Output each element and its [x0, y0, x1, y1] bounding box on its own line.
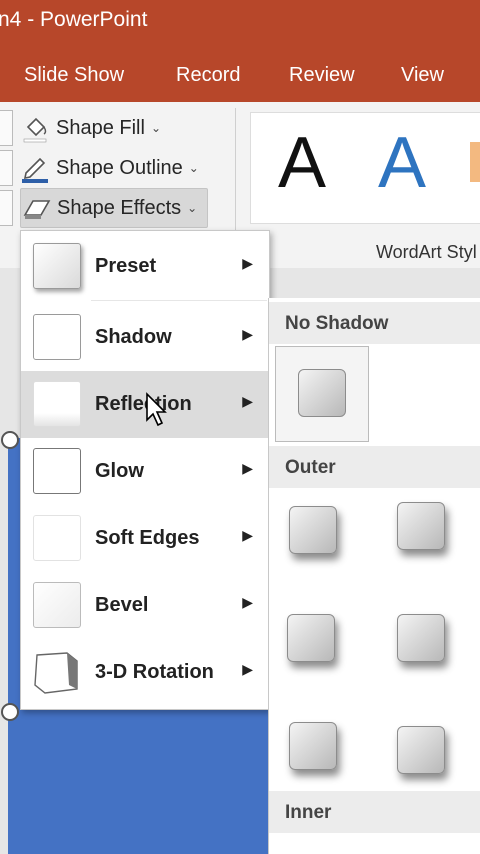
outer-shadow-option[interactable]: [289, 722, 337, 770]
menu-item-soft-edges[interactable]: Soft Edges ▶: [21, 505, 269, 572]
outer-shadow-option[interactable]: [289, 506, 337, 554]
menu-item-bevel[interactable]: Bevel ▶: [21, 572, 269, 639]
menu-item-label: Preset: [95, 255, 157, 277]
no-shadow-header-label: No Shadow: [285, 313, 389, 334]
shadow-submenu: No Shadow Outer Inner: [268, 298, 480, 854]
chevron-down-icon: ⌄: [187, 201, 198, 215]
shape-effects-icon: [21, 193, 51, 223]
inner-header-label: Inner: [285, 802, 332, 823]
menu-item-label: Soft Edges: [95, 527, 200, 549]
tab-review[interactable]: Review: [289, 64, 355, 87]
bevel-thumbnail: [33, 582, 81, 628]
resize-handle[interactable]: [1, 431, 19, 449]
ribbon-tabs: Slide Show Record Review View: [0, 42, 480, 102]
chevron-right-icon: ▶: [242, 661, 253, 677]
outer-shadow-option[interactable]: [397, 726, 445, 774]
chevron-right-icon: ▶: [242, 326, 253, 342]
3d-rotation-thumbnail: [34, 652, 78, 694]
tab-view[interactable]: View: [401, 64, 444, 87]
soft-edges-thumbnail: [33, 515, 81, 561]
menu-item-glow[interactable]: Glow ▶: [21, 438, 269, 505]
menu-divider: [91, 300, 267, 301]
reflection-thumbnail: [33, 381, 81, 427]
menu-item-3d-rotation[interactable]: 3-D Rotation ▶: [21, 639, 269, 706]
shape-effects-menu: Preset ▶ Shadow ▶ Reflection ▶ Glow ▶ So…: [20, 230, 270, 710]
ribbon-left-control[interactable]: [0, 110, 13, 146]
chevron-right-icon: ▶: [242, 527, 253, 543]
outer-shadow-option[interactable]: [397, 614, 445, 662]
tab-slide-show[interactable]: Slide Show: [24, 64, 124, 87]
ribbon-left-control[interactable]: [0, 150, 13, 186]
shape-fill-button[interactable]: Shape Fill ⌄: [20, 109, 161, 147]
menu-item-label: Glow: [95, 460, 144, 482]
title-bar: n4 - PowerPoint: [0, 0, 480, 42]
ribbon-left-control[interactable]: [0, 190, 13, 226]
chevron-right-icon: ▶: [242, 594, 253, 610]
wordart-style-blue[interactable]: A: [378, 122, 426, 204]
preset-thumbnail: [33, 243, 81, 289]
shape-outline-label: Shape Outline: [56, 156, 183, 179]
resize-handle[interactable]: [1, 703, 19, 721]
glow-thumbnail: [33, 448, 81, 494]
shadow-thumbnail: [33, 314, 81, 360]
shape-effects-label: Shape Effects: [57, 196, 182, 219]
outer-header: Outer: [269, 446, 480, 488]
tab-record[interactable]: Record: [176, 64, 240, 87]
shape-fill-label: Shape Fill: [56, 116, 145, 139]
pencil-icon: [20, 153, 50, 183]
menu-item-preset[interactable]: Preset ▶: [21, 233, 269, 300]
no-shadow-header: No Shadow: [269, 302, 480, 344]
chevron-right-icon: ▶: [242, 460, 253, 476]
chevron-right-icon: ▶: [242, 255, 253, 271]
shape-effects-button[interactable]: Shape Effects ⌄: [20, 188, 209, 228]
wordart-style-orange[interactable]: [470, 142, 480, 182]
shadow-preview: [298, 369, 346, 417]
paint-bucket-icon: [20, 113, 50, 143]
menu-item-label: Shadow: [95, 326, 172, 348]
menu-item-shadow[interactable]: Shadow ▶: [21, 304, 269, 371]
mouse-pointer-icon: [146, 392, 167, 427]
inner-header: Inner: [269, 791, 480, 833]
outer-shadow-option[interactable]: [397, 502, 445, 550]
outer-header-label: Outer: [285, 457, 336, 478]
menu-item-label: Bevel: [95, 594, 149, 616]
chevron-right-icon: ▶: [242, 393, 253, 409]
chevron-down-icon: ⌄: [150, 121, 161, 135]
menu-item-label: Reflection: [95, 393, 192, 415]
wordart-group-label: WordArt Styl: [376, 242, 477, 262]
outer-shadow-option[interactable]: [287, 614, 335, 662]
window-title: n4 - PowerPoint: [0, 8, 148, 31]
shape-outline-button[interactable]: Shape Outline ⌄: [20, 149, 199, 187]
wordart-style-black[interactable]: A: [278, 122, 326, 204]
menu-item-label: 3-D Rotation: [95, 661, 214, 683]
no-shadow-option[interactable]: [275, 346, 369, 442]
chevron-down-icon: ⌄: [188, 161, 199, 175]
